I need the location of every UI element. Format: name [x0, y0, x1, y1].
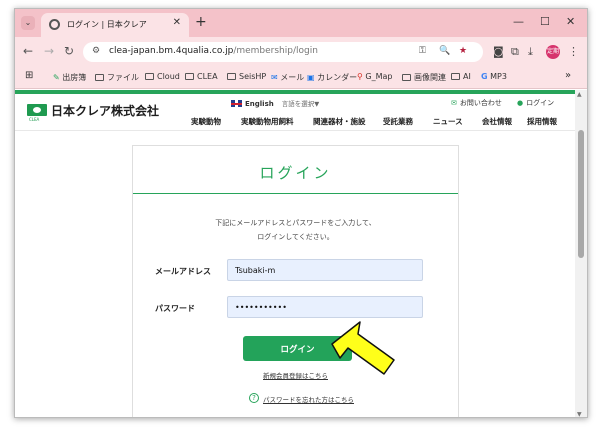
title-divider: [133, 193, 458, 194]
profile-avatar[interactable]: 定期: [546, 45, 560, 59]
browser-window: ⌄ ログイン | 日本クレア ✕ + — ☐ ✕ ← → ↻ ⚙ clea-ja…: [14, 8, 588, 418]
scroll-down-icon[interactable]: ▼: [577, 411, 582, 417]
header-divider: [15, 130, 577, 131]
header-login-link[interactable]: ● ログイン: [517, 98, 554, 108]
bookmark-star-icon[interactable]: ★: [459, 46, 467, 56]
download-icon[interactable]: ⤓: [528, 45, 533, 59]
page-scrollbar[interactable]: ▲ ▼: [575, 90, 587, 417]
nav-item[interactable]: 関連器材・施設: [313, 116, 366, 127]
reload-icon[interactable]: ↻: [64, 44, 74, 58]
nav-item[interactable]: 実験動物用飼料: [241, 116, 294, 127]
bookmarks-bar: ⊞ ✎ 出房簿 ファイル Cloud CLEA SeisHP ✉ メール ▣ カ…: [15, 67, 587, 89]
forgot-password-link[interactable]: パスワードを忘れた方はこちら: [263, 394, 354, 404]
url-text[interactable]: clea-japan.bm.4qualia.co.jp/membership/l…: [109, 46, 318, 56]
bookmark-item[interactable]: ✎ 出房簿: [53, 72, 86, 83]
bookmark-item[interactable]: ✉ メール: [271, 72, 304, 83]
address-bar[interactable]: ⚙ clea-japan.bm.4qualia.co.jp/membership…: [83, 42, 483, 62]
nav-item[interactable]: 会社情報: [482, 116, 512, 127]
email-label: メールアドレス: [155, 267, 211, 276]
bookmark-item[interactable]: ▣ カレンダー: [307, 72, 357, 83]
bookmark-item[interactable]: G MP3: [481, 72, 507, 81]
bookmark-item[interactable]: SeisHP: [227, 72, 266, 81]
map-pin-icon: ⚲: [357, 72, 363, 81]
clea-logo-icon[interactable]: [27, 104, 47, 116]
bookmark-item[interactable]: ファイル: [95, 72, 139, 83]
login-card: ログイン 下記にメールアドレスとパスワードをご入力して、 ログインしてください。…: [132, 145, 459, 417]
logo-sub-text: CLEA: [29, 117, 40, 122]
tab-active[interactable]: ログイン | 日本クレア ✕: [41, 13, 189, 37]
top-accent-bar: [15, 90, 577, 94]
zoom-icon[interactable]: 🔍: [439, 46, 450, 56]
folder-icon: [185, 73, 194, 80]
more-bookmarks-icon[interactable]: »: [565, 70, 571, 81]
tab-search-icon[interactable]: ⌄: [21, 16, 35, 30]
menu-icon[interactable]: ⋮: [568, 45, 579, 58]
login-title: ログイン: [259, 164, 332, 182]
minimize-icon[interactable]: —: [513, 15, 524, 28]
bookmark-item[interactable]: 画像関連: [402, 72, 446, 83]
nav-item[interactable]: 実験動物: [191, 116, 221, 127]
web-page: CLEA 日本クレア株式会社 English 言語を選択▼ ✉ お問い合わせ ● ログ…: [15, 90, 577, 417]
scrollbar-thumb[interactable]: [578, 130, 584, 258]
tab-title: ログイン | 日本クレア: [67, 20, 147, 29]
language-select[interactable]: 言語を選択▼: [282, 100, 320, 108]
contact-link[interactable]: ✉ お問い合わせ: [451, 98, 502, 108]
company-logo-text[interactable]: 日本クレア株式会社: [51, 102, 159, 119]
title-bar: ⌄ ログイン | 日本クレア ✕ + — ☐ ✕: [15, 9, 587, 37]
scroll-up-icon[interactable]: ▲: [577, 91, 582, 98]
nav-item[interactable]: 採用情報: [527, 116, 557, 127]
apps-grid-icon[interactable]: ⊞: [25, 70, 33, 81]
calendar-icon: ▣: [307, 73, 315, 82]
email-field[interactable]: [227, 259, 423, 281]
extensions-icon[interactable]: ⧉: [511, 45, 519, 59]
password-label: パスワード: [155, 304, 195, 313]
browser-toolbar: ← → ↻ ⚙ clea-japan.bm.4qualia.co.jp/memb…: [15, 37, 587, 67]
camera-icon[interactable]: ◙: [493, 45, 504, 58]
nav-item[interactable]: ニュース: [433, 116, 463, 127]
site-settings-icon[interactable]: ⚙: [92, 46, 100, 56]
mail-icon: ✉: [451, 99, 457, 107]
register-link[interactable]: 新規会員登録はこちら: [133, 370, 458, 380]
annotation-arrow-icon: [331, 321, 395, 375]
folder-icon: [95, 74, 104, 81]
forward-icon[interactable]: →: [44, 44, 54, 58]
help-icon: ?: [249, 393, 259, 403]
close-tab-icon[interactable]: ✕: [173, 17, 181, 28]
instruction-line-1: 下記にメールアドレスとパスワードをご入力して、: [215, 219, 376, 227]
instruction-line-2: ログインしてください。: [257, 233, 334, 241]
password-field[interactable]: [227, 296, 423, 318]
maximize-icon[interactable]: ☐: [540, 15, 550, 28]
back-icon[interactable]: ←: [23, 44, 33, 58]
bookmark-item[interactable]: Cloud: [145, 72, 180, 81]
folder-icon: [451, 73, 460, 80]
google-icon: G: [481, 72, 488, 81]
new-tab-icon[interactable]: +: [195, 14, 207, 30]
folder-icon: [145, 73, 154, 80]
favicon-icon: [49, 19, 60, 30]
folder-icon: [227, 73, 236, 80]
bookmark-item[interactable]: ⚲ G_Map: [357, 72, 393, 81]
uk-flag-icon: [231, 100, 242, 107]
nav-item[interactable]: 受託業務: [383, 116, 413, 127]
bookmark-item[interactable]: CLEA: [185, 72, 218, 81]
language-switch[interactable]: English 言語を選択▼: [231, 98, 319, 108]
bookmark-item[interactable]: AI: [451, 72, 471, 81]
folder-icon: [402, 74, 411, 81]
user-icon: ●: [517, 99, 524, 107]
mail-icon: ✉: [271, 73, 278, 82]
close-window-icon[interactable]: ✕: [566, 15, 575, 28]
password-key-icon[interactable]: ⚿: [419, 46, 426, 56]
